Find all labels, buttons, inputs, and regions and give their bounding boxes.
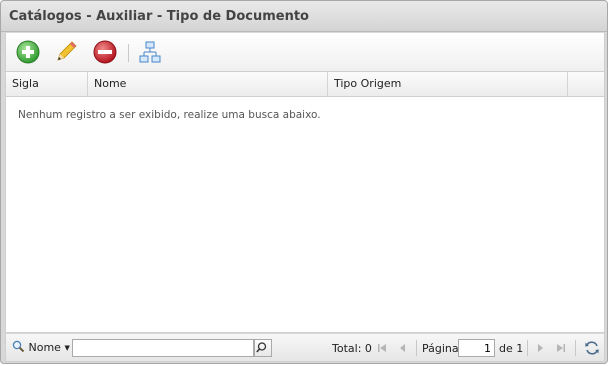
title-bar: Catálogos - Auxiliar - Tipo de Documento	[1, 1, 607, 32]
pencil-icon	[57, 41, 77, 61]
data-grid: Sigla Nome Tipo Origem Nenhum registro a…	[5, 71, 605, 333]
search-icon	[12, 340, 25, 353]
hierarchy-button[interactable]	[137, 39, 163, 65]
delete-button[interactable]	[92, 39, 118, 65]
page-count-label: de 1	[499, 342, 524, 355]
toolbar	[5, 33, 605, 71]
first-page-button[interactable]	[375, 341, 389, 355]
total-label: Total:	[332, 342, 362, 355]
search-input[interactable]	[72, 339, 254, 357]
grid-header: Sigla Nome Tipo Origem	[6, 72, 604, 97]
plus-circle-icon	[16, 40, 40, 64]
add-button[interactable]	[15, 39, 41, 65]
next-page-icon	[538, 344, 543, 352]
window-title: Catálogos - Auxiliar - Tipo de Documento	[9, 9, 309, 24]
toolbar-separator	[128, 44, 129, 62]
next-page-button[interactable]	[533, 341, 547, 355]
refresh-icon	[585, 341, 599, 355]
pager-separator	[575, 340, 576, 356]
hierarchy-icon	[139, 41, 161, 63]
column-header-sigla[interactable]: Sigla	[6, 72, 88, 96]
first-page-icon	[378, 344, 386, 352]
total-count: Total: 0	[332, 342, 372, 355]
chevron-down-icon: ▼	[64, 344, 70, 352]
page-number-input[interactable]	[458, 339, 495, 357]
previous-page-button[interactable]	[396, 341, 410, 355]
total-value: 0	[364, 342, 372, 355]
search-button[interactable]	[254, 339, 272, 357]
column-header-nome[interactable]: Nome	[88, 72, 328, 96]
last-page-icon	[557, 344, 565, 352]
pager-separator	[416, 340, 417, 356]
pager-separator	[527, 340, 528, 356]
magnifier-icon	[256, 342, 267, 353]
empty-grid-message: Nenhum registro a ser exibido, realize u…	[18, 109, 321, 121]
last-page-button[interactable]	[554, 341, 568, 355]
edit-button[interactable]	[53, 39, 79, 65]
previous-page-icon	[400, 344, 405, 352]
window-panel: Catálogos - Auxiliar - Tipo de Documento	[0, 0, 608, 364]
minus-circle-icon	[93, 40, 117, 64]
search-field-label: Nome	[28, 341, 61, 354]
paging-toolbar: Nome ▼ Total: 0 Página d	[5, 334, 605, 362]
column-header-tipo-origem[interactable]: Tipo Origem	[328, 72, 568, 96]
refresh-button[interactable]	[584, 340, 600, 356]
search-field-selector[interactable]: Nome ▼	[12, 340, 70, 356]
page-label: Página	[422, 342, 459, 355]
